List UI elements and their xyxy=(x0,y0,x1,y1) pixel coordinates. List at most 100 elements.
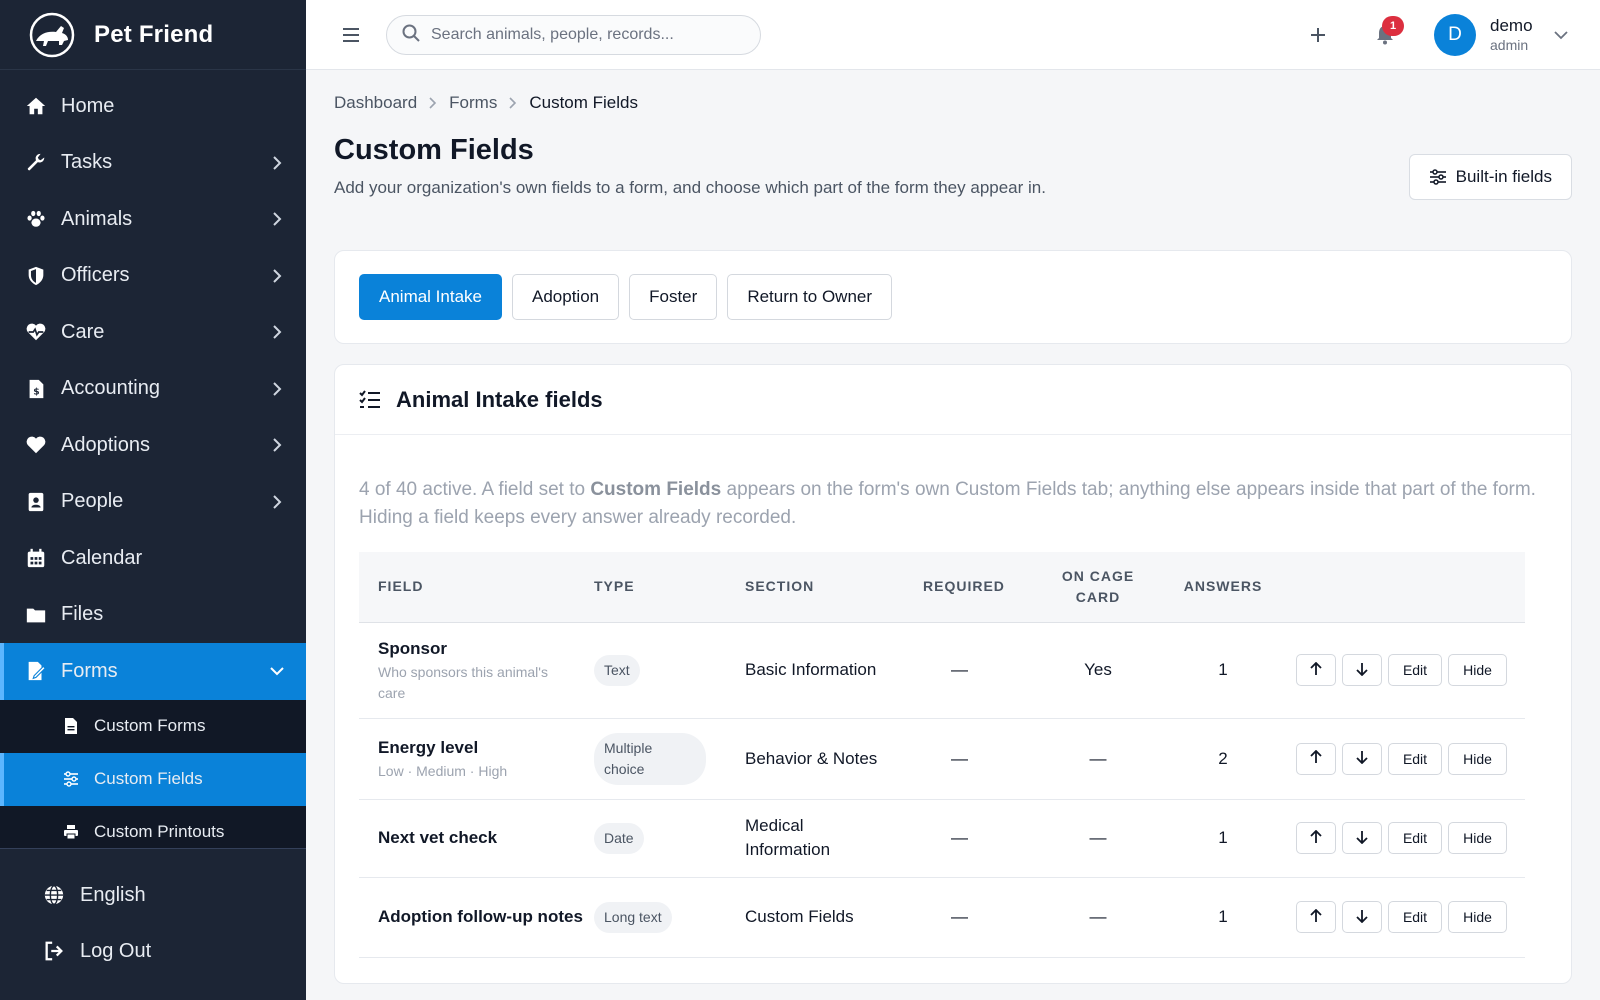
sidebar-subitem-custom-fields[interactable]: Custom Fields xyxy=(0,752,306,806)
logout-label: Log Out xyxy=(80,939,152,962)
cell-type: Multiple choice xyxy=(594,718,745,800)
tab-adoption[interactable]: Adoption xyxy=(512,274,620,320)
row-actions: Edit Hide xyxy=(1263,742,1525,775)
sidebar-item-accounting[interactable]: $ Accounting xyxy=(0,361,306,418)
forms-subnav: Custom Forms Custom Fields Custom Printo… xyxy=(0,699,306,859)
header-section: SECTION xyxy=(745,578,815,595)
cell-actions: Edit Hide xyxy=(1263,622,1525,719)
search-input[interactable] xyxy=(431,26,731,44)
sidebar-item-care[interactable]: Care xyxy=(0,304,306,361)
chevron-right-icon xyxy=(270,438,284,452)
chevron-right-icon xyxy=(270,212,284,226)
sidebar-item-files[interactable]: Files xyxy=(0,587,306,644)
header-required: REQUIRED xyxy=(923,578,1005,595)
brand[interactable]: Pet Friend xyxy=(0,0,306,70)
type-badge: Text xyxy=(594,654,640,686)
arrow-up-icon xyxy=(1310,749,1322,767)
edit-button[interactable]: Edit xyxy=(1388,742,1442,775)
sidebar-subitem-label: Custom Forms xyxy=(94,716,206,735)
header-cage-line2: CARD xyxy=(1075,588,1121,605)
tab-foster[interactable]: Foster xyxy=(629,274,718,320)
language-selector[interactable]: English xyxy=(0,867,306,923)
field-name: Sponsor xyxy=(378,638,447,658)
edit-button[interactable]: Edit xyxy=(1388,654,1442,686)
sidebar-subitem-label: Custom Printouts xyxy=(94,822,225,841)
move-up-button[interactable] xyxy=(1296,654,1336,686)
info-prefix: 4 of 40 active. A field set to xyxy=(359,479,591,500)
dog-logo-icon xyxy=(28,11,76,59)
sidebar-item-label: Forms xyxy=(61,659,118,682)
field-name: Next vet check xyxy=(378,828,498,847)
breadcrumb-dashboard[interactable]: Dashboard xyxy=(334,93,417,113)
sidebar-item-label: People xyxy=(61,490,124,513)
header-field: FIELD xyxy=(378,578,424,595)
search-icon xyxy=(401,23,421,48)
sidebar-item-home[interactable]: Home xyxy=(0,78,306,135)
wrench-icon xyxy=(24,151,48,175)
sidebar-subitem-custom-forms[interactable]: Custom Forms xyxy=(0,700,306,753)
cell-required: — xyxy=(923,718,1013,800)
move-down-button[interactable] xyxy=(1342,742,1382,775)
main-nav: Home Tasks Animals Officers Care $ Accou… xyxy=(0,70,306,859)
sidebar-item-tasks[interactable]: Tasks xyxy=(0,135,306,192)
calendar-icon xyxy=(24,546,48,570)
sidebar-item-label: Officers xyxy=(61,264,130,287)
add-icon[interactable] xyxy=(1303,20,1333,50)
sidebar-item-label: Adoptions xyxy=(61,433,150,456)
hide-button[interactable]: Hide xyxy=(1448,822,1507,854)
sidebar-item-calendar[interactable]: Calendar xyxy=(0,530,306,587)
cell-type: Text xyxy=(594,622,745,719)
heart-icon xyxy=(24,433,48,457)
hide-button[interactable]: Hide xyxy=(1448,742,1507,775)
arrow-up-icon xyxy=(1310,661,1322,679)
move-up-button[interactable] xyxy=(1296,742,1336,775)
logout-button[interactable]: Log Out xyxy=(0,923,306,979)
hide-button[interactable]: Hide xyxy=(1448,901,1507,933)
fields-card-header: Animal Intake fields xyxy=(335,365,1571,435)
cell-field: Energy level Low · Medium · High xyxy=(359,718,594,800)
user-menu[interactable]: D demo admin xyxy=(1434,13,1569,57)
sliders-icon xyxy=(1429,168,1447,186)
fields-card: Animal Intake fields 4 of 40 active. A f… xyxy=(334,364,1572,984)
sidebar-item-officers[interactable]: Officers xyxy=(0,248,306,305)
built-in-fields-button[interactable]: Built-in fields xyxy=(1408,154,1572,200)
move-down-button[interactable] xyxy=(1342,822,1382,854)
sidebar-item-animals[interactable]: Animals xyxy=(0,191,306,248)
hide-button[interactable]: Hide xyxy=(1448,654,1507,686)
paw-icon xyxy=(24,207,48,231)
row-actions: Edit Hide xyxy=(1263,822,1525,854)
cell-on-cage-card: Yes xyxy=(1013,622,1183,719)
move-up-button[interactable] xyxy=(1296,822,1336,854)
chevron-right-icon xyxy=(427,97,439,109)
cell-section: Basic Information xyxy=(745,622,923,719)
language-label: English xyxy=(80,883,146,906)
sidebar: Pet Friend Home Tasks Animals Officers C… xyxy=(0,0,306,1000)
home-icon xyxy=(24,94,48,118)
move-down-button[interactable] xyxy=(1342,654,1382,686)
edit-button[interactable]: Edit xyxy=(1388,822,1442,854)
menu-toggle-icon[interactable] xyxy=(336,20,366,50)
tab-animal-intake[interactable]: Animal Intake xyxy=(359,274,502,320)
fields-card-title: Animal Intake fields xyxy=(396,386,603,412)
tab-return-to-owner[interactable]: Return to Owner xyxy=(727,274,893,320)
sidebar-item-label: Home xyxy=(61,94,115,117)
sliders-icon xyxy=(62,770,80,788)
chevron-down-icon xyxy=(270,664,284,678)
info-bold: Custom Fields xyxy=(590,479,722,500)
edit-button[interactable]: Edit xyxy=(1388,901,1442,933)
main-content: Dashboard Forms Custom Fields Custom Fie… xyxy=(334,70,1572,984)
header-actions xyxy=(1263,552,1525,622)
table-row: Adoption follow-up notes Long text Custo… xyxy=(359,877,1525,958)
breadcrumb-forms[interactable]: Forms xyxy=(449,93,497,113)
cell-on-cage-card: — xyxy=(1013,718,1183,800)
sidebar-item-adoptions[interactable]: Adoptions xyxy=(0,417,306,474)
move-down-button[interactable] xyxy=(1342,901,1382,933)
header-type: TYPE xyxy=(594,578,635,595)
cell-section: Medical Information xyxy=(745,799,923,878)
row-actions: Edit Hide xyxy=(1263,654,1525,686)
breadcrumb: Dashboard Forms Custom Fields xyxy=(334,92,1572,114)
sidebar-item-forms[interactable]: Forms xyxy=(0,643,306,700)
cell-type: Date xyxy=(594,799,745,878)
move-up-button[interactable] xyxy=(1296,901,1336,933)
sidebar-item-people[interactable]: People xyxy=(0,474,306,531)
